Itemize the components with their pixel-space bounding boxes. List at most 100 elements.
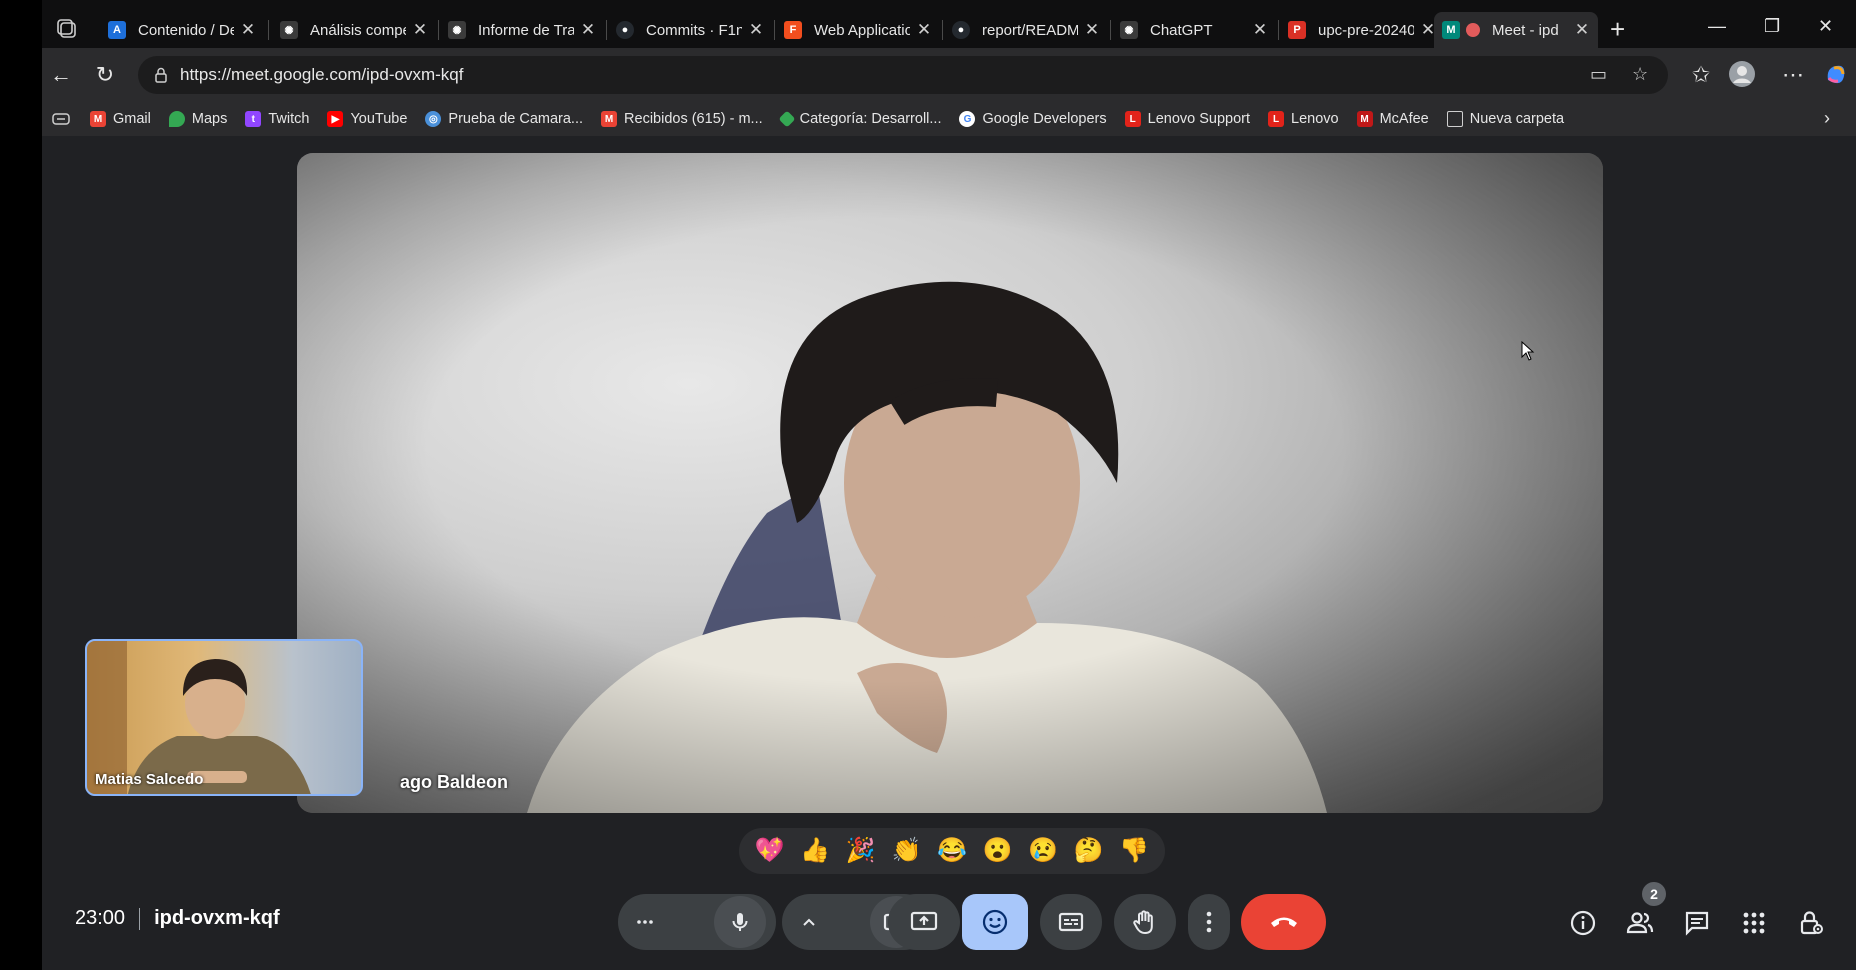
reaction-heart[interactable]: 💖 <box>755 828 785 874</box>
present-screen-button[interactable] <box>888 894 960 950</box>
audio-options-icon[interactable] <box>634 911 656 933</box>
reload-icon[interactable]: ↻ <box>92 62 118 88</box>
reaction-surprised[interactable]: 😮 <box>983 828 1013 874</box>
bookmark-label: Google Developers <box>982 111 1107 127</box>
bookmark-label: McAfee <box>1379 111 1429 127</box>
bookmark-gmail[interactable]: M Gmail <box>90 111 151 127</box>
figma-icon: F <box>784 21 802 39</box>
meeting-time: 23:00 <box>75 907 126 929</box>
host-controls-lock-icon[interactable] <box>1796 908 1826 938</box>
favorite-star-icon[interactable]: ☆ <box>1632 64 1648 85</box>
reaction-party[interactable]: 🎉 <box>846 828 876 874</box>
tab-5[interactable]: F Web Applicatio ✕ <box>776 12 940 48</box>
close-icon[interactable]: ✕ <box>412 20 428 40</box>
tab-6[interactable]: ● report/READM ✕ <box>944 12 1108 48</box>
close-icon[interactable]: ✕ <box>580 20 596 40</box>
microphone-button[interactable] <box>714 896 766 948</box>
bookmark-folder[interactable]: Nueva carpeta <box>1446 111 1564 127</box>
address-bar[interactable]: https://meet.google.com/ipd-ovxm-kqf ▭ ☆ <box>138 56 1668 94</box>
tab-meet-active[interactable]: M Meet - ipd ✕ <box>1434 12 1598 48</box>
bookmark-youtube[interactable]: ▶ YouTube <box>327 111 407 127</box>
copilot-icon[interactable] <box>1822 60 1848 86</box>
close-icon[interactable]: ✕ <box>240 20 256 40</box>
site-info-icon[interactable] <box>152 66 170 84</box>
tab-actions-icon[interactable] <box>56 18 80 42</box>
bookmark-label: Prueba de Camara... <box>448 111 584 127</box>
bookmark-category[interactable]: Categoría: Desarroll... <box>778 110 941 128</box>
bookmark-label: Lenovo <box>1291 111 1339 127</box>
video-options-chevron-up-icon[interactable] <box>800 913 818 931</box>
more-options-icon[interactable]: ⋯ <box>1780 62 1806 88</box>
close-icon[interactable]: ✕ <box>1252 20 1268 40</box>
profile-avatar-icon[interactable] <box>1728 60 1755 87</box>
tab-1[interactable]: A Contenido / De ✕ <box>100 12 264 48</box>
more-options-button[interactable] <box>1188 894 1230 950</box>
new-tab-icon[interactable]: + <box>1610 14 1625 45</box>
chevron-right-icon[interactable]: › <box>1824 108 1830 129</box>
tab-2[interactable]: ✺ Análisis compe ✕ <box>272 12 436 48</box>
bookmark-lenovo-support[interactable]: L Lenovo Support <box>1124 111 1251 127</box>
self-view-tile[interactable]: Matias Salcedo <box>85 639 363 796</box>
openai-icon: ✺ <box>448 21 466 39</box>
chat-icon[interactable] <box>1682 908 1712 938</box>
tab-title: Web Applicatio <box>814 21 910 39</box>
youtube-icon: ▶ <box>327 111 344 127</box>
tab-8[interactable]: P upc-pre-20240 ✕ <box>1280 12 1444 48</box>
bookmark-camera-test[interactable]: ◎ Prueba de Camara... <box>425 111 583 127</box>
github-icon: ● <box>616 21 634 39</box>
maps-icon <box>168 111 185 127</box>
twitch-icon: t <box>245 111 262 127</box>
tab-title: Informe de Tra <box>478 21 574 39</box>
bookmark-label: Gmail <box>113 111 151 127</box>
tab-7[interactable]: ✺ ChatGPT ✕ <box>1112 12 1276 48</box>
raise-hand-button[interactable] <box>1114 894 1176 950</box>
tab-title: ChatGPT <box>1150 21 1213 39</box>
diamond-icon <box>778 110 796 128</box>
emoji-reactions-button[interactable] <box>962 894 1028 950</box>
tab-title: upc-pre-20240 <box>1318 21 1414 39</box>
bookmark-google-developers[interactable]: G Google Developers <box>959 111 1107 127</box>
favorites-icon[interactable]: ✩ <box>1688 62 1714 88</box>
self-participant-name: Matias Salcedo <box>95 771 204 788</box>
bookmark-label: Lenovo Support <box>1147 111 1251 127</box>
reaction-thinking[interactable]: 🤔 <box>1074 828 1104 874</box>
mcafee-icon: M <box>1356 111 1373 127</box>
tab-3[interactable]: ✺ Informe de Tra ✕ <box>440 12 604 48</box>
close-icon[interactable]: ✕ <box>916 20 932 40</box>
gmail-icon: M <box>601 111 618 127</box>
minimize-icon[interactable]: — <box>1708 16 1726 37</box>
window-close-icon[interactable]: ✕ <box>1818 16 1833 37</box>
bookmark-inbox[interactable]: M Recibidos (615) - m... <box>601 111 763 127</box>
lenovo-icon: L <box>1124 111 1141 127</box>
bookmark-lenovo[interactable]: L Lenovo <box>1268 111 1339 127</box>
activities-apps-icon[interactable] <box>1739 908 1769 938</box>
main-participant-name: ago Baldeon <box>400 772 509 792</box>
captions-icon <box>1058 912 1084 932</box>
reaction-sad[interactable]: 😢 <box>1028 828 1058 874</box>
bookmark-twitch[interactable]: t Twitch <box>245 111 309 127</box>
reaction-clap[interactable]: 👏 <box>891 828 921 874</box>
leave-call-button[interactable] <box>1241 894 1326 950</box>
bookmark-mcafee[interactable]: M McAfee <box>1356 111 1429 127</box>
bookmarks-menu-icon[interactable] <box>52 111 70 127</box>
url-text[interactable]: https://meet.google.com/ipd-ovxm-kqf <box>180 65 463 85</box>
main-participant-video[interactable] <box>297 153 1603 813</box>
divider <box>139 907 141 930</box>
restore-icon[interactable]: ❐ <box>1764 16 1780 37</box>
meeting-details-info-icon[interactable] <box>1568 908 1598 938</box>
camera-in-use-icon[interactable]: ▭ <box>1590 64 1607 85</box>
folder-icon <box>1446 111 1463 127</box>
bookmark-maps[interactable]: Maps <box>168 111 227 127</box>
reaction-thumbs-down[interactable]: 👎 <box>1119 828 1149 874</box>
close-icon[interactable]: ✕ <box>748 20 764 40</box>
tab-4[interactable]: ● Commits · F1n ✕ <box>608 12 772 48</box>
reaction-laugh[interactable]: 😂 <box>937 828 967 874</box>
gmail-icon: M <box>90 111 106 127</box>
people-icon[interactable] <box>1625 908 1655 938</box>
captions-button[interactable] <box>1040 894 1102 950</box>
back-icon[interactable]: ← <box>48 62 74 88</box>
close-icon[interactable]: ✕ <box>1084 20 1100 40</box>
reaction-thumbs-up[interactable]: 👍 <box>800 828 830 874</box>
close-icon[interactable]: ✕ <box>1574 20 1590 40</box>
openai-icon: ✺ <box>280 21 298 39</box>
